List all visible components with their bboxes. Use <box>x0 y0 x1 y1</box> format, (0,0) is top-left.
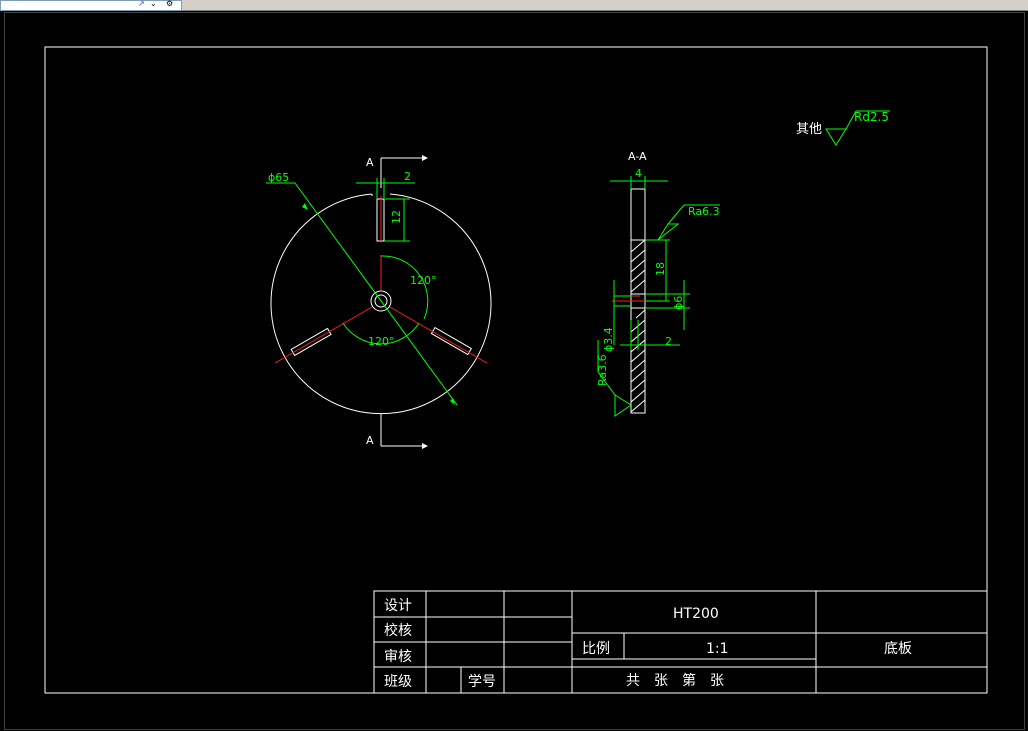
section-mark-top: A <box>366 156 374 169</box>
angle-arc-top <box>380 255 429 320</box>
dim-hole-d6: ϕ6 <box>672 296 685 310</box>
tb-check-label: 校核 <box>384 622 412 639</box>
dim-step-2: 2 <box>665 335 672 348</box>
front-view: A A ϕ65 2 12 120° 120° <box>266 155 492 449</box>
dim-height-18: 18 <box>654 262 667 276</box>
dim-diameter: ϕ65 <box>268 171 289 184</box>
section-title: A-A <box>628 150 647 163</box>
roughness-other-value: Rd2.5 <box>854 110 889 124</box>
roughness-ra36: Ra3.6 <box>596 354 609 386</box>
tb-review-label: 审核 <box>384 649 412 665</box>
centerline-left <box>274 306 373 364</box>
centerline-right <box>389 306 488 364</box>
tb-scale-label: 比例 <box>582 641 610 657</box>
cad-drawing: A A ϕ65 2 12 120° 120° A-A 4 Ra6.3 18 ϕ6… <box>44 46 988 694</box>
roughness-ra36-symbol <box>614 394 632 417</box>
tb-design-label: 设计 <box>384 598 412 614</box>
roughness-other-note: 其他 Rd2.5 <box>796 110 890 146</box>
tb-sheets: 共 张 第 张 <box>626 672 724 689</box>
roughness-other-symbol <box>825 128 847 146</box>
title-block: 设计 校核 审核 班级 学号 HT200 比例 1:1 底板 共 张 第 张 <box>373 590 988 694</box>
roughness-other-label: 其他 <box>796 122 822 137</box>
dim-slot-length: 12 <box>390 210 403 224</box>
diameter-leader <box>294 182 458 406</box>
dim-hole-d34: ϕ3.4 <box>602 327 615 352</box>
tb-part-name: 底板 <box>884 641 912 657</box>
tb-material: HT200 <box>673 606 719 622</box>
dim-angle-top: 120° <box>410 274 437 287</box>
section-mark-bottom: A <box>366 434 374 447</box>
tb-student-no-label: 学号 <box>468 674 496 690</box>
dim-thickness: 4 <box>635 167 642 180</box>
dim-angle-bottom: 120° <box>368 335 395 348</box>
roughness-ra63: Ra6.3 <box>688 205 720 218</box>
tb-class-label: 班级 <box>384 674 412 690</box>
tb-scale-value: 1:1 <box>706 641 729 657</box>
roughness-ra63-symbol <box>657 223 680 241</box>
dim-slot-width: 2 <box>404 170 411 183</box>
section-view: A-A 4 Ra6.3 18 ϕ6 ϕ3.4 2 Ra3.6 <box>596 150 720 417</box>
drawing-frame <box>44 46 988 694</box>
